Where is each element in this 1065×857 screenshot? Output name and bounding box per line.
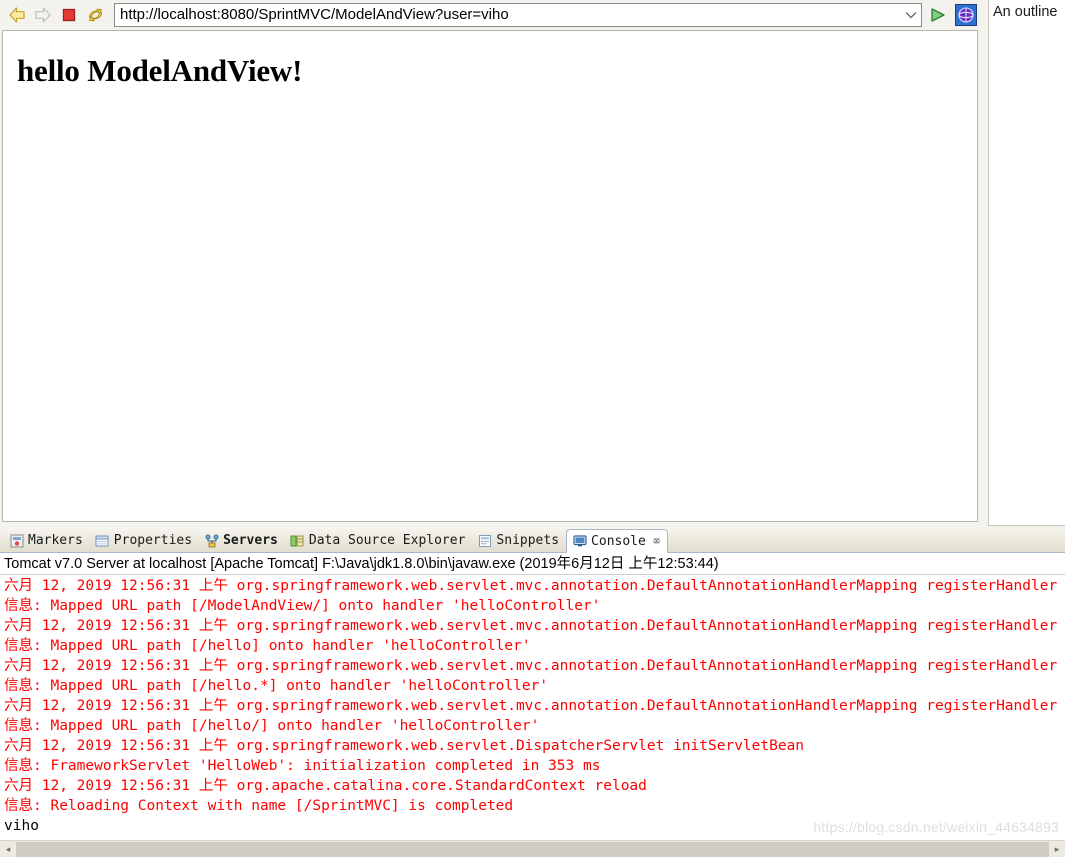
outline-panel: An outline bbox=[988, 0, 1065, 526]
console-line: 六月 12, 2019 12:56:31 上午 org.springframew… bbox=[4, 658, 1058, 674]
bottom-dock: Markers Properties Servers Data Source E… bbox=[0, 528, 1065, 857]
console-icon bbox=[572, 534, 587, 549]
console-view: Tomcat v7.0 Server at localhost [Apache … bbox=[0, 553, 1065, 857]
console-line: 信息: Mapped URL path [/hello.*] onto hand… bbox=[4, 678, 549, 694]
outline-message: An outline bbox=[993, 4, 1058, 20]
tab-label: Properties bbox=[113, 533, 193, 548]
url-bar[interactable]: http://localhost:8080/SprintMVC/ModelAnd… bbox=[114, 3, 922, 27]
tab-data-source-explorer[interactable]: Data Source Explorer bbox=[285, 529, 473, 552]
view-tabbar: Markers Properties Servers Data Source E… bbox=[0, 528, 1065, 553]
scroll-right-arrow-icon[interactable]: ▸ bbox=[1049, 842, 1065, 857]
console-line: 信息: Mapped URL path [/ModelAndView/] ont… bbox=[4, 598, 601, 614]
servers-icon bbox=[204, 533, 219, 548]
scroll-track[interactable] bbox=[16, 841, 1049, 857]
console-line: 六月 12, 2019 12:56:31 上午 org.springframew… bbox=[4, 618, 1058, 634]
console-line: 六月 12, 2019 12:56:31 上午 org.apache.catal… bbox=[4, 778, 647, 794]
console-line: 信息: FrameworkServlet 'HelloWeb': initial… bbox=[4, 758, 601, 774]
tab-label: Data Source Explorer bbox=[308, 533, 466, 548]
tab-properties[interactable]: Properties bbox=[90, 529, 199, 552]
tab-servers[interactable]: Servers bbox=[199, 529, 285, 552]
tab-markers[interactable]: Markers bbox=[4, 529, 90, 552]
tab-console[interactable]: Console ⌧ bbox=[566, 529, 669, 553]
console-line: 六月 12, 2019 12:56:31 上午 org.springframew… bbox=[4, 578, 1058, 594]
back-arrow-icon[interactable] bbox=[4, 2, 30, 28]
console-output[interactable]: 六月 12, 2019 12:56:31 上午 org.springframew… bbox=[0, 575, 1065, 833]
stop-icon[interactable] bbox=[56, 2, 82, 28]
console-line: 六月 12, 2019 12:56:31 上午 org.springframew… bbox=[4, 738, 805, 754]
console-line: 信息: Mapped URL path [/hello] onto handle… bbox=[4, 638, 531, 654]
go-button[interactable] bbox=[926, 2, 950, 28]
datasource-icon bbox=[290, 533, 305, 548]
chevron-down-icon[interactable] bbox=[901, 4, 921, 26]
console-line: 信息: Reloading Context with name [/Sprint… bbox=[4, 798, 514, 814]
properties-icon bbox=[95, 533, 110, 548]
close-icon[interactable]: ⌧ bbox=[653, 534, 660, 548]
tab-snippets[interactable]: Snippets bbox=[472, 529, 566, 552]
refresh-icon[interactable] bbox=[82, 2, 108, 28]
scroll-left-arrow-icon[interactable]: ◂ bbox=[0, 842, 16, 857]
url-input[interactable]: http://localhost:8080/SprintMVC/ModelAnd… bbox=[115, 4, 901, 26]
watermark: https://blog.csdn.net/weixin_44634893 bbox=[813, 819, 1059, 835]
forward-arrow-icon bbox=[30, 2, 56, 28]
console-process-label: Tomcat v7.0 Server at localhost [Apache … bbox=[0, 553, 1065, 575]
eclipse-window: http://localhost:8080/SprintMVC/ModelAnd… bbox=[0, 0, 1065, 857]
tab-label: Console bbox=[591, 533, 646, 549]
globe-icon[interactable] bbox=[954, 3, 978, 27]
tab-label: Snippets bbox=[496, 533, 560, 548]
snippets-icon bbox=[477, 533, 492, 548]
panel-splitter[interactable] bbox=[979, 0, 988, 526]
horizontal-scrollbar[interactable]: ◂ ▸ bbox=[0, 840, 1065, 857]
tab-label: Markers bbox=[28, 533, 83, 548]
console-line: 信息: Mapped URL path [/hello/] onto handl… bbox=[4, 718, 540, 734]
page-heading: hello ModelAndView! bbox=[17, 53, 303, 88]
browser-toolbar: http://localhost:8080/SprintMVC/ModelAnd… bbox=[0, 0, 982, 30]
console-line: 六月 12, 2019 12:56:31 上午 org.springframew… bbox=[4, 698, 1058, 714]
markers-icon bbox=[9, 533, 24, 548]
browser-viewport: hello ModelAndView! bbox=[2, 30, 978, 522]
tab-label: Servers bbox=[223, 533, 278, 548]
